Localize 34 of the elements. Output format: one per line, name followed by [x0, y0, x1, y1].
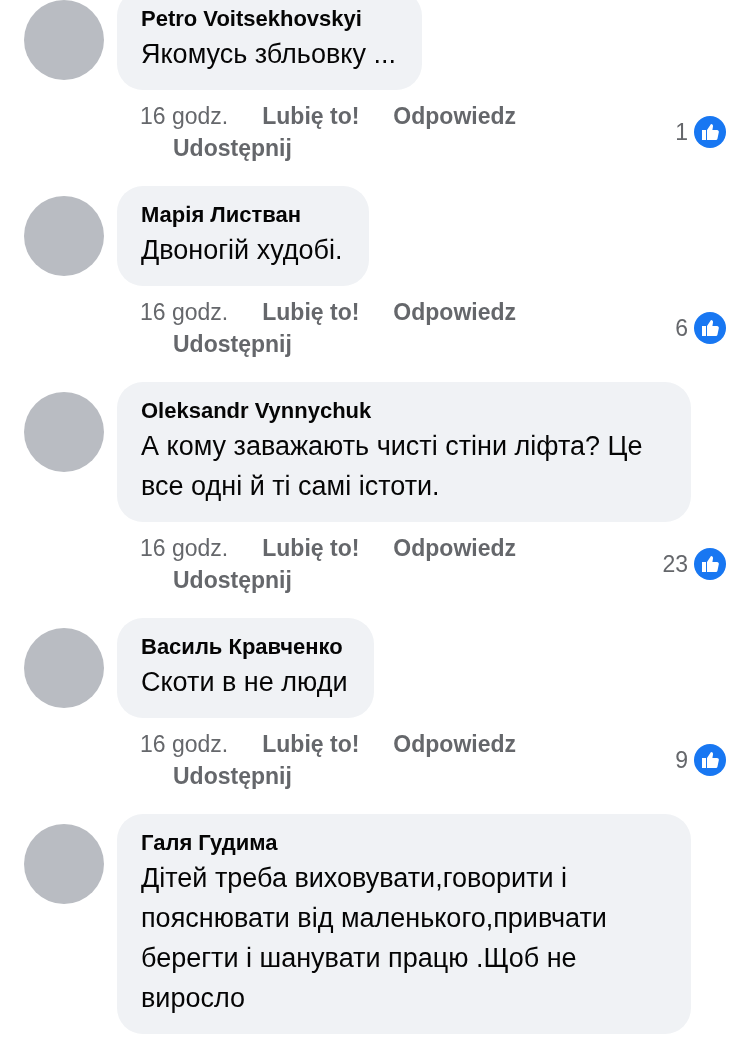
reaction-count: 9 — [675, 746, 688, 774]
reply-link[interactable]: Odpowiedz — [393, 296, 516, 328]
author-name[interactable]: Галя Гудима — [141, 828, 665, 858]
reply-link[interactable]: Odpowiedz — [393, 100, 516, 132]
like-link[interactable]: Lubię to! — [262, 100, 360, 132]
like-reaction-icon[interactable] — [694, 744, 726, 776]
share-link[interactable]: Udostępnij — [173, 567, 292, 593]
like-link[interactable]: Lubię to! — [262, 728, 360, 760]
reply-link[interactable]: Odpowiedz — [393, 532, 516, 564]
comment-text: Двоногій худобі. — [141, 234, 343, 267]
author-name[interactable]: Oleksandr Vynnychuk — [141, 396, 665, 426]
timestamp-link[interactable]: 16 godz. — [140, 296, 229, 328]
share-link[interactable]: Udostępnij — [173, 763, 292, 789]
like-reaction-icon[interactable] — [694, 548, 726, 580]
reaction-count: 6 — [675, 314, 688, 342]
timestamp-link[interactable]: 16 godz. — [140, 728, 229, 760]
like-reaction-icon[interactable] — [694, 312, 726, 344]
reaction-count: 23 — [662, 550, 688, 578]
comment-text: Скоти в не люди — [141, 666, 348, 699]
like-reaction-icon[interactable] — [694, 116, 726, 148]
author-name[interactable]: Василь Кравченко — [141, 632, 348, 662]
reaction-count: 1 — [675, 118, 688, 146]
share-link[interactable]: Udostępnij — [173, 331, 292, 357]
like-link[interactable]: Lubię to! — [262, 532, 360, 564]
reply-link[interactable]: Odpowiedz — [393, 728, 516, 760]
comment-text: Дітей треба виховувати,говорити і пояснювати від маленького,привчати берегти і шанувати працю .Щоб не виросло — [141, 862, 608, 1015]
share-link[interactable]: Udostępnij — [173, 135, 292, 161]
author-name[interactable]: Марія Листван — [141, 200, 343, 230]
comment-text: Якомусь збльовку ... — [141, 38, 396, 71]
author-name[interactable]: Petro Voitsekhovskyi — [141, 4, 396, 34]
like-link[interactable]: Lubię to! — [262, 296, 360, 328]
comment-text: А кому заважають чисті стіни ліфта? Це все одні й ті самі істоти. — [141, 430, 644, 503]
timestamp-link[interactable]: 16 godz. — [140, 100, 229, 132]
timestamp-link[interactable]: 16 godz. — [140, 532, 229, 564]
